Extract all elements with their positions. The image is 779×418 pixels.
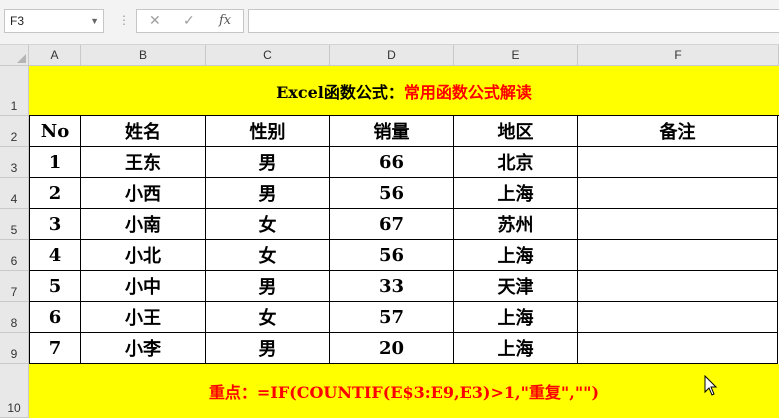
table-cell[interactable] — [578, 271, 778, 302]
more-icon: ⋮ — [118, 13, 130, 27]
table-cell[interactable]: 小李 — [81, 333, 206, 364]
table-cell[interactable]: 5 — [29, 271, 81, 302]
table-cell[interactable] — [578, 302, 778, 333]
name-box[interactable]: F3 ▼ — [4, 9, 104, 33]
table-cell[interactable]: 小中 — [81, 271, 206, 302]
row-header-8[interactable]: 8 — [0, 302, 29, 333]
note-label: 重点： — [208, 383, 257, 402]
column-header-b[interactable]: B — [81, 45, 206, 66]
selected-cell-f3[interactable] — [578, 147, 778, 178]
table-cell[interactable]: 4 — [29, 240, 81, 271]
column-header-e[interactable]: E — [454, 45, 578, 66]
table-cell[interactable]: 小北 — [81, 240, 206, 271]
table-cell[interactable]: 56 — [330, 178, 454, 209]
cancel-icon[interactable]: ✕ — [149, 12, 161, 29]
column-header-f[interactable]: F — [578, 45, 779, 66]
row-header-9[interactable]: 9 — [0, 333, 29, 364]
row-header-3[interactable]: 3 — [0, 147, 29, 178]
row-header-7[interactable]: 7 — [0, 271, 29, 302]
title-highlight: 常用函数公式解读 — [403, 82, 532, 102]
table-cell[interactable]: 女 — [206, 209, 330, 240]
table-cell[interactable]: 王东 — [81, 147, 206, 178]
header-notes[interactable]: 备注 — [578, 116, 778, 147]
table-cell[interactable] — [578, 178, 778, 209]
table-cell[interactable]: 20 — [330, 333, 454, 364]
row-header-2[interactable]: 2 — [0, 116, 29, 147]
table-cell[interactable]: 33 — [330, 271, 454, 302]
table-cell[interactable]: 6 — [29, 302, 81, 333]
table-cell[interactable]: 67 — [330, 209, 454, 240]
sheet-title[interactable]: Excel函数公式： 常用函数公式解读 — [29, 66, 779, 116]
table-cell[interactable]: 小西 — [81, 178, 206, 209]
table-cell[interactable]: 上海 — [454, 178, 578, 209]
header-sales[interactable]: 销量 — [330, 116, 454, 147]
name-box-value: F3 — [10, 14, 25, 28]
table-cell[interactable] — [578, 240, 778, 271]
table-cell[interactable]: 女 — [206, 240, 330, 271]
table-cell[interactable]: 男 — [206, 333, 330, 364]
header-name[interactable]: 姓名 — [81, 116, 206, 147]
table-cell[interactable]: 小王 — [81, 302, 206, 333]
table-cell[interactable]: 56 — [330, 240, 454, 271]
enter-icon[interactable]: ✓ — [183, 12, 195, 29]
title-prefix: Excel函数公式： — [276, 82, 404, 102]
table-cell[interactable]: 男 — [206, 147, 330, 178]
table-cell[interactable]: 上海 — [454, 333, 578, 364]
table-cell[interactable]: 7 — [29, 333, 81, 364]
table-cell[interactable]: 66 — [330, 147, 454, 178]
column-header-a[interactable]: A — [29, 45, 81, 66]
table-cell[interactable]: 小南 — [81, 209, 206, 240]
header-gender[interactable]: 性别 — [206, 116, 330, 147]
column-header-d[interactable]: D — [330, 45, 454, 66]
table-cell[interactable]: 57 — [330, 302, 454, 333]
row-header-5[interactable]: 5 — [0, 209, 29, 240]
formula-buttons: ✕ ✓ fx — [136, 9, 244, 33]
table-cell[interactable]: 男 — [206, 178, 330, 209]
select-all-corner[interactable] — [0, 45, 29, 66]
table-cell[interactable]: 2 — [29, 178, 81, 209]
row-header-10[interactable]: 10 — [0, 364, 29, 418]
formula-input[interactable] — [248, 9, 779, 33]
table-cell[interactable]: 天津 — [454, 271, 578, 302]
formula-bar: F3 ▼ ⋮ ✕ ✓ fx — [0, 0, 779, 45]
header-region[interactable]: 地区 — [454, 116, 578, 147]
insert-function-icon[interactable]: fx — [219, 13, 231, 28]
table-cell[interactable]: 男 — [206, 271, 330, 302]
note-formula: =IF(COUNTIF(E$3:E9,E3)>1,"重复","") — [256, 383, 600, 402]
table-cell[interactable] — [578, 333, 778, 364]
table-cell[interactable]: 上海 — [454, 240, 578, 271]
row-header-1[interactable]: 1 — [0, 66, 29, 116]
row-header-6[interactable]: 6 — [0, 240, 29, 271]
table-cell[interactable]: 苏州 — [454, 209, 578, 240]
table-cell[interactable]: 3 — [29, 209, 81, 240]
row-header-4[interactable]: 4 — [0, 178, 29, 209]
formula-note[interactable]: 重点： =IF(COUNTIF(E$3:E9,E3)>1,"重复","") — [29, 364, 779, 418]
header-no[interactable]: No — [29, 116, 81, 147]
column-header-c[interactable]: C — [206, 45, 330, 66]
mouse-pointer-icon — [704, 375, 718, 396]
table-cell[interactable]: 上海 — [454, 302, 578, 333]
chevron-down-icon[interactable]: ▼ — [90, 10, 99, 32]
table-cell[interactable] — [578, 209, 778, 240]
table-cell[interactable]: 1 — [29, 147, 81, 178]
table-cell[interactable]: 女 — [206, 302, 330, 333]
table-cell[interactable]: 北京 — [454, 147, 578, 178]
